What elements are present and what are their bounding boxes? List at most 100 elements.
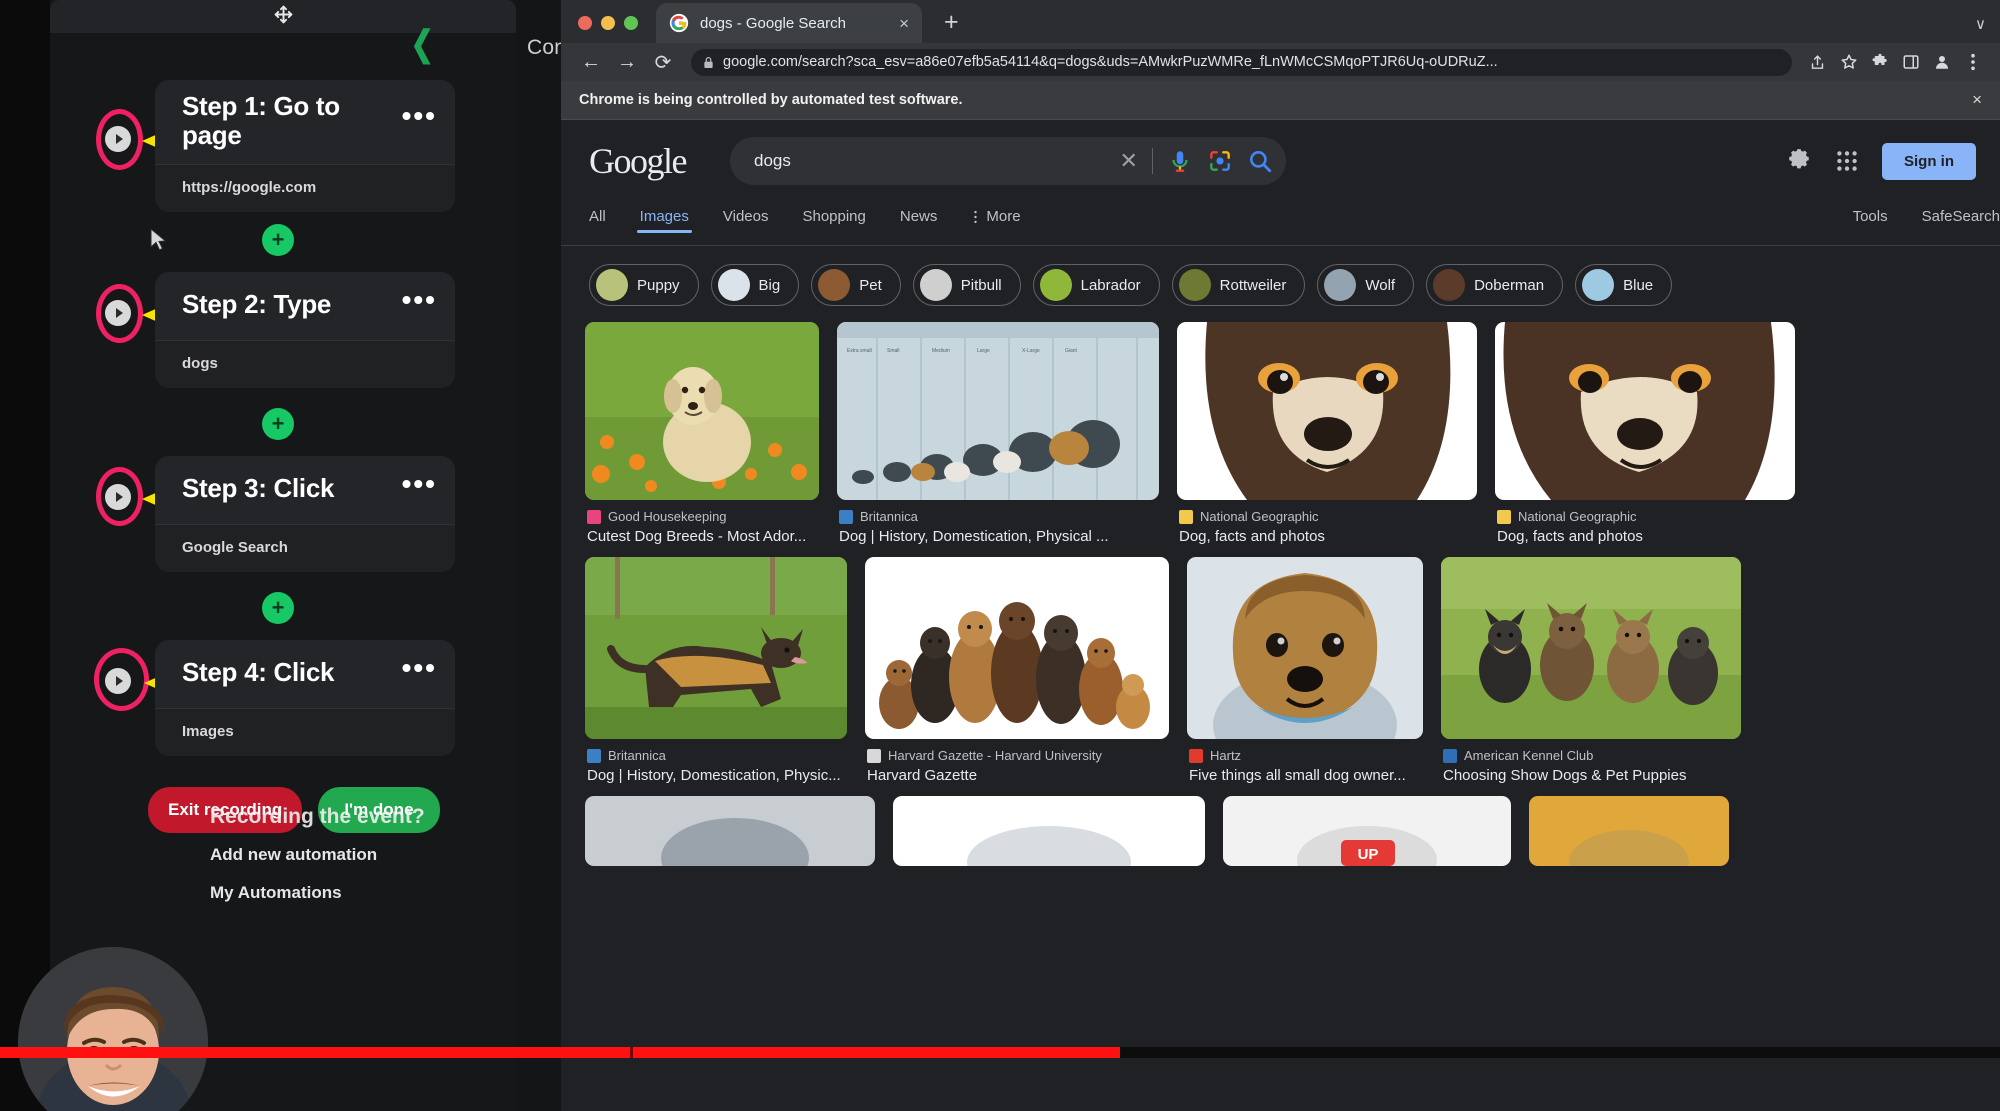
result-thumbnail[interactable]: [1529, 796, 1729, 866]
add-new-automation-link[interactable]: Add new automation: [210, 845, 530, 865]
result-caption[interactable]: Dog, facts and photos: [1179, 528, 1477, 545]
search-input[interactable]: dogs: [754, 151, 1106, 171]
safesearch-button[interactable]: SafeSearch: [1888, 202, 2000, 225]
result-source: National Geographic: [1497, 509, 1795, 524]
image-result-item[interactable]: American Kennel Club Choosing Show Dogs …: [1441, 557, 1741, 784]
drag-handle-icon[interactable]: [273, 4, 294, 29]
chip-doberman[interactable]: Doberman: [1426, 264, 1564, 306]
address-bar[interactable]: google.com/search?sca_esv=a86e07efb5a541…: [691, 48, 1792, 76]
google-logo[interactable]: Google: [589, 140, 687, 182]
microphone-icon[interactable]: [1167, 148, 1193, 174]
minimize-window-button[interactable]: [601, 16, 615, 30]
tab-shopping[interactable]: Shopping: [785, 202, 882, 225]
maximize-window-button[interactable]: [624, 16, 638, 30]
chip-pet[interactable]: Pet: [811, 264, 901, 306]
tools-button[interactable]: Tools: [1853, 202, 1888, 225]
step-options-menu-icon[interactable]: •••: [400, 654, 439, 685]
browser-tab[interactable]: dogs - Google Search ×: [656, 3, 922, 43]
recording-progress-tick[interactable]: [630, 1047, 633, 1058]
result-thumbnail[interactable]: [1495, 322, 1795, 500]
image-result-item[interactable]: Hartz Five things all small dog owner...: [1187, 557, 1423, 784]
search-icon[interactable]: [1247, 148, 1273, 174]
image-result-item[interactable]: UP: [1223, 796, 1511, 866]
result-caption[interactable]: Harvard Gazette: [867, 767, 1169, 784]
apps-grid-icon[interactable]: [1834, 148, 1860, 174]
result-thumbnail[interactable]: [893, 796, 1205, 866]
forward-button[interactable]: →: [609, 47, 645, 77]
google-search-bar[interactable]: dogs ✕: [729, 137, 1286, 185]
chip-pitbull[interactable]: Pitbull: [912, 264, 1021, 306]
bookmark-star-icon[interactable]: [1833, 47, 1864, 77]
chrome-menu-icon[interactable]: [1957, 47, 1988, 77]
google-lens-icon[interactable]: [1207, 148, 1233, 174]
tab-videos[interactable]: Videos: [706, 202, 786, 225]
result-caption[interactable]: Dog, facts and photos: [1497, 528, 1795, 545]
step-play-button[interactable]: [105, 300, 131, 326]
image-result-item[interactable]: Britannica Dog | History, Domestication,…: [585, 557, 847, 784]
result-thumbnail[interactable]: Extra small Small Medium Large X-Large Giant: [837, 322, 1159, 500]
add-step-button[interactable]: +: [262, 408, 294, 440]
collapse-panel-chevron-icon[interactable]: ❮: [411, 26, 434, 62]
side-panel-icon[interactable]: [1895, 47, 1926, 77]
chip-labrador[interactable]: Labrador: [1032, 264, 1160, 306]
result-thumbnail[interactable]: [585, 322, 819, 500]
result-thumbnail[interactable]: [1441, 557, 1741, 739]
close-window-button[interactable]: [578, 16, 592, 30]
dismiss-banner-icon[interactable]: ×: [1972, 90, 1982, 110]
result-thumbnail[interactable]: [865, 557, 1169, 739]
share-icon[interactable]: [1802, 47, 1833, 77]
reload-button[interactable]: ⟳: [645, 47, 681, 77]
step-options-menu-icon[interactable]: •••: [400, 470, 439, 501]
image-result-item[interactable]: [1529, 796, 1729, 866]
sign-in-button[interactable]: Sign in: [1882, 142, 1976, 180]
back-button[interactable]: ←: [573, 47, 609, 77]
new-tab-button[interactable]: +: [944, 10, 959, 35]
result-thumbnail[interactable]: [1177, 322, 1477, 500]
step-options-menu-icon[interactable]: •••: [400, 102, 439, 133]
image-result-item[interactable]: Good Housekeeping Cutest Dog Breeds - Mo…: [585, 322, 819, 545]
step-card[interactable]: Step 3: Click ••• Google Search: [155, 456, 455, 572]
tab-list-chevron-icon[interactable]: ∨: [1975, 15, 1986, 33]
chip-wolf[interactable]: Wolf: [1317, 264, 1415, 306]
result-caption[interactable]: Dog | History, Domestication, Physical .…: [839, 528, 1159, 545]
close-tab-icon[interactable]: ×: [899, 15, 909, 32]
tab-news[interactable]: News: [883, 202, 955, 225]
image-result-item[interactable]: National Geographic Dog, facts and photo…: [1177, 322, 1477, 545]
recorder-drag-bar[interactable]: [50, 0, 516, 33]
profile-icon[interactable]: [1926, 47, 1957, 77]
tab-images[interactable]: Images: [623, 202, 706, 233]
result-thumbnail[interactable]: [585, 557, 847, 739]
add-step-button[interactable]: +: [262, 592, 294, 624]
image-result-item[interactable]: [585, 796, 875, 866]
step-play-button[interactable]: [105, 484, 131, 510]
chip-puppy[interactable]: Puppy: [589, 264, 699, 306]
step-options-menu-icon[interactable]: •••: [400, 286, 439, 317]
image-result-item[interactable]: National Geographic Dog, facts and photo…: [1495, 322, 1795, 545]
tab-more[interactable]: More: [954, 202, 1037, 225]
chip-rottweiler[interactable]: Rottweiler: [1171, 264, 1306, 306]
step-card[interactable]: Step 1: Go to page ••• https://google.co…: [155, 80, 455, 213]
step-play-button[interactable]: [105, 668, 131, 694]
clear-search-icon[interactable]: ✕: [1120, 148, 1138, 174]
step-card[interactable]: Step 2: Type ••• dogs: [155, 272, 455, 388]
image-result-item[interactable]: Extra small Small Medium Large X-Large Giant: [837, 322, 1159, 545]
image-result-item[interactable]: Harvard Gazette - Harvard University Har…: [865, 557, 1169, 784]
image-result-item[interactable]: [893, 796, 1205, 866]
result-thumbnail[interactable]: [585, 796, 875, 866]
result-caption[interactable]: Five things all small dog owner...: [1189, 767, 1423, 784]
my-automations-link[interactable]: My Automations: [210, 883, 530, 903]
chip-big[interactable]: Big: [710, 264, 800, 306]
result-thumbnail[interactable]: UP: [1223, 796, 1511, 866]
add-step-button[interactable]: +: [262, 224, 294, 256]
tab-all[interactable]: All: [589, 202, 623, 225]
result-caption[interactable]: Dog | History, Domestication, Physic...: [587, 767, 847, 784]
result-caption[interactable]: Cutest Dog Breeds - Most Ador...: [587, 528, 819, 545]
recording-progress-bar[interactable]: [0, 1047, 2000, 1058]
gear-icon[interactable]: [1786, 148, 1812, 174]
result-thumbnail[interactable]: [1187, 557, 1423, 739]
result-caption[interactable]: Choosing Show Dogs & Pet Puppies: [1443, 767, 1741, 784]
step-card[interactable]: Step 4: Click ••• Images: [155, 640, 455, 756]
extensions-icon[interactable]: [1864, 47, 1895, 77]
chip-blue[interactable]: Blue: [1575, 264, 1673, 306]
step-play-button[interactable]: [105, 126, 131, 152]
